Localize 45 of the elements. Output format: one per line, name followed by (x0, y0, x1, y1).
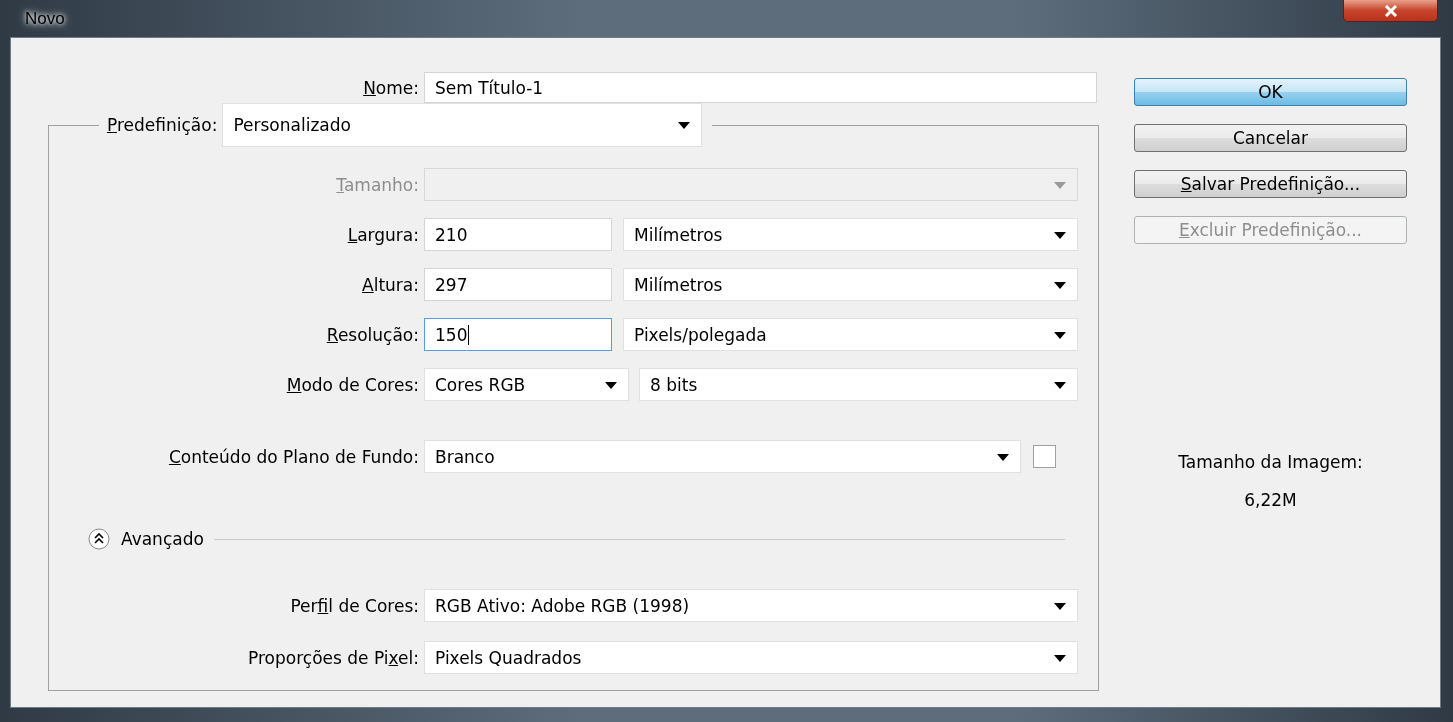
field-label: Conteúdo do Plano de Fundo: (167, 446, 420, 467)
color-mode-dropdown[interactable]: Cores RGB (424, 368, 629, 401)
dialog-button[interactable]: Salvar Predefinição... (1134, 170, 1407, 198)
text-cursor (468, 324, 470, 345)
caret-icon (678, 122, 691, 129)
close-icon (1383, 4, 1398, 17)
dropdown[interactable]: Pixels Quadrados (424, 641, 1078, 674)
window-title: Novo (25, 8, 65, 29)
caret-icon (1054, 654, 1066, 662)
unit-dropdown[interactable]: Milímetros (623, 268, 1078, 301)
color-swatch[interactable] (1033, 445, 1056, 468)
field-label: Largura: (346, 224, 420, 245)
caret-icon (1054, 381, 1066, 389)
caret-icon (1054, 281, 1066, 289)
bit-depth-dropdown[interactable]: 8 bits (639, 368, 1078, 401)
image-size-label: Tamanho da Imagem: (1177, 452, 1364, 472)
unit-dropdown[interactable]: Milímetros (623, 218, 1078, 251)
caret-icon (1054, 331, 1066, 339)
number-field[interactable]: 297 (424, 268, 612, 301)
image-size-value: 6,22M (1243, 490, 1298, 510)
dialog-button[interactable]: OK (1134, 78, 1407, 106)
number-field[interactable]: 150 (424, 318, 612, 351)
advanced-label: Avançado (121, 529, 204, 549)
caret-icon (1054, 181, 1066, 189)
close-button[interactable] (1343, 0, 1438, 22)
caret-icon (605, 381, 617, 389)
field-label: Resolução: (325, 324, 420, 345)
collapse-icon[interactable] (88, 528, 110, 550)
field-label: Proporções de Pixel: (247, 647, 420, 668)
caret-icon (1054, 602, 1066, 610)
caret-icon (997, 453, 1009, 461)
name-label: Nome: (362, 77, 420, 98)
preset-label: Predefinição: (107, 115, 219, 135)
number-field[interactable]: 210 (424, 218, 612, 251)
field-label: Tamanho: (335, 174, 420, 195)
field-label: Perfil de Cores: (289, 595, 420, 616)
name-field[interactable]: Sem Título-1 (424, 72, 1097, 103)
preset-dropdown[interactable]: Personalizado (222, 103, 703, 147)
unit-dropdown[interactable]: Pixels/polegada (623, 318, 1078, 351)
dropdown[interactable]: RGB Ativo: Adobe RGB (1998) (424, 589, 1078, 622)
dialog-button[interactable]: Cancelar (1134, 124, 1407, 152)
caret-icon (1054, 231, 1066, 239)
background-dropdown[interactable]: Branco (424, 440, 1021, 473)
field-label: Modo de Cores: (285, 374, 420, 395)
field-label: Altura: (361, 274, 420, 295)
